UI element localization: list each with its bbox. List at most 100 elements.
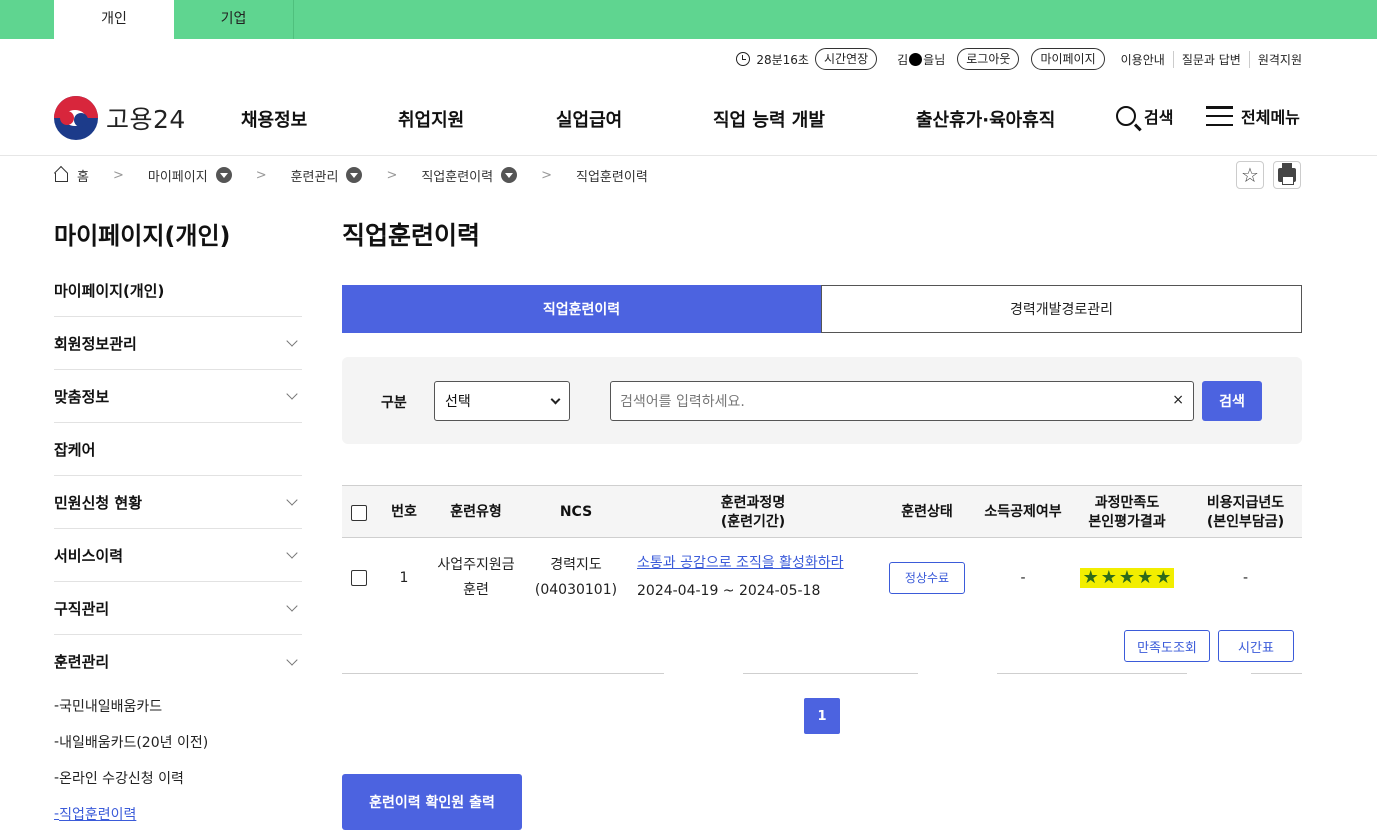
cell-ncs-code: (04030101)	[534, 582, 618, 598]
sidebar-subitem-training-history[interactable]: - 직업훈련이력	[54, 796, 302, 832]
redaction-mark	[909, 52, 923, 66]
chevron-down-icon	[286, 600, 298, 612]
breadcrumb-training-history-label: 직업훈련이력	[421, 169, 494, 185]
header-satisfaction-line2: 본인평가결과	[1088, 513, 1166, 530]
logout-button[interactable]: 로그아웃	[957, 48, 1020, 70]
all-menu-label: 전체메뉴	[1241, 108, 1300, 127]
print-button[interactable]	[1273, 161, 1301, 189]
breadcrumb-training[interactable]: 훈련관리	[291, 166, 363, 185]
nav-jobs[interactable]: 채용정보	[241, 106, 307, 132]
mypage-button[interactable]: 마이페이지	[1031, 48, 1105, 70]
sidebar-subitem-label: 국민내일배움카드	[59, 699, 163, 715]
header-tax: 소득공제여부	[984, 504, 1062, 520]
session-time-remaining: 28분16초	[756, 52, 809, 67]
help-link[interactable]: 이용안내	[1113, 51, 1173, 68]
sidebar-subitem-national-card[interactable]: - 국민내일배움카드	[54, 688, 302, 724]
search-placeholder: 검색어를 입력하세요.	[620, 394, 745, 410]
breadcrumb: 홈 > 마이페이지 > 훈련관리 > 직업훈련이력 > 직업훈련이력	[54, 166, 648, 185]
nav-vocational-training[interactable]: 직업 능력 개발	[713, 106, 825, 132]
content-tabs: 직업훈련이력 경력개발경로관리	[342, 285, 1302, 333]
star-rating: ★ ★ ★ ★ ★	[1079, 567, 1175, 588]
user-name: 김 을님	[897, 51, 945, 68]
breadcrumb-training-history[interactable]: 직업훈련이력	[421, 166, 518, 185]
dropdown-circle-icon[interactable]	[501, 167, 518, 183]
breadcrumb-mypage[interactable]: 마이페이지	[148, 166, 232, 185]
remote-support-link[interactable]: 원격지원	[1248, 50, 1302, 68]
cell-tax: -	[1020, 569, 1026, 586]
nav-unemployment-benefits[interactable]: 실업급여	[556, 106, 622, 132]
star-filled-icon: ★	[1082, 567, 1099, 588]
table-bottom-line	[342, 673, 664, 674]
pagination-current-page[interactable]: 1	[804, 698, 840, 734]
training-table: 번호 훈련유형 NCS 훈련과정명 (훈련기간) 훈련상태 소득공제여부 과정만…	[342, 485, 1302, 618]
search-button[interactable]: 검색	[1202, 381, 1262, 421]
chevron-right-icon: >	[112, 167, 124, 183]
all-menu-button[interactable]: 전체메뉴	[1206, 104, 1300, 128]
printer-icon	[1278, 163, 1296, 185]
sidebar-subitem-label: 내일배움카드(20년 이전)	[59, 735, 209, 751]
chevron-down-icon	[286, 388, 298, 400]
cell-no: 1	[399, 569, 409, 586]
sidebar-subitem-old-card[interactable]: - 내일배움카드(20년 이전)	[54, 724, 302, 760]
breadcrumb-current: 직업훈련이력	[576, 169, 648, 185]
table-bottom-line	[1251, 673, 1302, 674]
chevron-right-icon: >	[386, 167, 398, 183]
print-certificate-button[interactable]: 훈련이력 확인원 출력	[342, 774, 522, 830]
clear-icon[interactable]: ×	[1172, 392, 1184, 408]
sidebar-item-jobcare[interactable]: 잡케어	[54, 423, 302, 476]
dropdown-circle-icon[interactable]	[346, 167, 363, 183]
site-type-tabbar: 개인 기업	[0, 0, 1377, 39]
nav-search-label: 검색	[1144, 108, 1174, 127]
sidebar-item-service-history[interactable]: 서비스이력	[54, 529, 302, 582]
course-name-link[interactable]: 소통과 공감으로 조직을 활성화하라	[637, 550, 844, 576]
sidebar-subitem-online-enroll[interactable]: - 온라인 수강신청 이력	[54, 760, 302, 796]
sidebar-item-job-seeking[interactable]: 구직관리	[54, 582, 302, 635]
search-input[interactable]: 검색어를 입력하세요. ×	[610, 381, 1194, 421]
nav-search-button[interactable]: 검색	[1116, 104, 1173, 128]
nav-parental-leave[interactable]: 출산휴가·육아휴직	[916, 106, 1055, 132]
user-name-suffix: 을님	[923, 52, 946, 67]
sidebar-item-label: 민원신청 현황	[54, 493, 143, 512]
sidebar-item-member-info[interactable]: 회원정보관리	[54, 317, 302, 370]
logo-text: 고용24	[106, 105, 186, 134]
cell-course: 소통과 공감으로 조직을 활성화하라 2024-04-19 ~ 2024-05-…	[637, 538, 873, 618]
chevron-right-icon: >	[541, 167, 553, 183]
cell-ncs: 경력지도 (04030101)	[519, 538, 633, 618]
session-timer: 28분16초	[736, 51, 809, 68]
nav-divider	[0, 155, 1377, 156]
breadcrumb-mypage-label: 마이페이지	[147, 169, 208, 185]
table-row: 1 사업주지원금 훈련 경력지도 (04030101) 소통과 공감으로 조직을…	[342, 538, 1302, 618]
row-checkbox[interactable]	[350, 570, 367, 586]
header-no: 번호	[391, 504, 417, 520]
sidebar-item-mypage[interactable]: 마이페이지(개인)	[54, 264, 302, 317]
timetable-button[interactable]: 시간표	[1218, 630, 1294, 662]
header-course: 훈련과정명 (훈련기간)	[633, 486, 873, 539]
satisfaction-view-button[interactable]: 만족도조회	[1124, 630, 1210, 662]
chevron-right-icon: >	[255, 167, 267, 183]
header-course-line1: 훈련과정명	[720, 494, 786, 511]
sidebar-item-label: 회원정보관리	[54, 334, 137, 353]
tab-personal[interactable]: 개인	[54, 0, 174, 39]
cell-satisfaction: ★ ★ ★ ★ ★	[1065, 538, 1189, 618]
utility-bar: 28분16초 시간연장 김 을님 로그아웃 마이페이지 이용안내 질문과 답변 …	[736, 46, 1302, 72]
sidebar-item-custom-info[interactable]: 맞춤정보	[54, 370, 302, 423]
sidebar-item-training[interactable]: 훈련관리	[54, 635, 302, 688]
status-button[interactable]: 정상수료	[889, 562, 965, 594]
clock-icon	[736, 52, 751, 66]
tab-career-path[interactable]: 경력개발경로관리	[821, 285, 1302, 333]
dropdown-circle-icon[interactable]	[215, 167, 232, 183]
tab-corporate[interactable]: 기업	[174, 0, 294, 39]
breadcrumb-home[interactable]: 홈	[54, 166, 89, 185]
nav-employment-support[interactable]: 취업지원	[398, 106, 464, 132]
sidebar-item-label: 서비스이력	[54, 546, 124, 565]
star-filled-icon: ★	[1100, 567, 1117, 588]
sidebar-item-petitions[interactable]: 민원신청 현황	[54, 476, 302, 529]
extend-session-button[interactable]: 시간연장	[814, 48, 878, 70]
select-all-checkbox[interactable]	[350, 504, 367, 521]
header-course-line2: (훈련기간)	[720, 513, 786, 530]
site-logo[interactable]: 고용24	[54, 96, 186, 140]
qna-link[interactable]: 질문과 답변	[1172, 50, 1249, 68]
tab-training-history[interactable]: 직업훈련이력	[342, 285, 821, 333]
favorite-button[interactable]: ☆	[1236, 161, 1264, 189]
search-category-select[interactable]: 선택	[434, 381, 570, 421]
